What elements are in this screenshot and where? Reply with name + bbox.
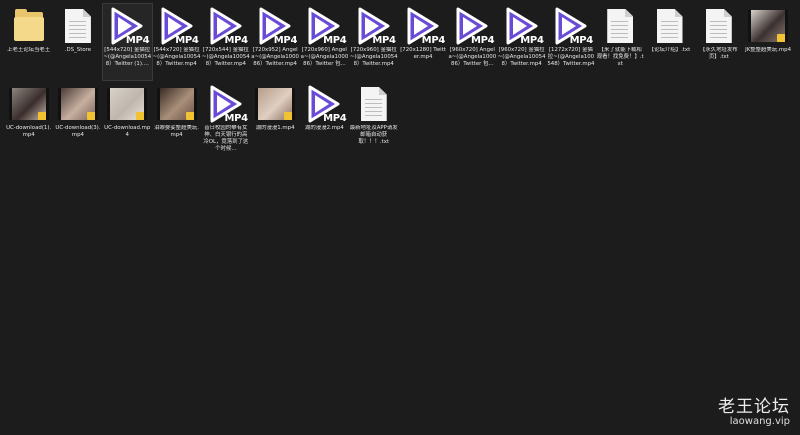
watermark-cn: 老王论坛 bbox=[718, 397, 790, 417]
badge-icon bbox=[284, 112, 293, 120]
mp4-video-icon: MP4 bbox=[107, 6, 150, 46]
mp4-tag: MP4 bbox=[323, 35, 347, 46]
file-item[interactable]: MP4 [720x960] Angela~(@Angela100086）Twitt… bbox=[300, 4, 349, 80]
file-name-label: 泪眼婆娑整超美玩.mp4 bbox=[154, 125, 199, 138]
file-name-label: 最新地址及APP请发邮箱自动获取！！！.txt bbox=[349, 125, 398, 145]
file-item[interactable]: MP4 湖的漫漫2.mp4 bbox=[300, 82, 349, 158]
file-item[interactable]: MP4 [720x952] Angela~(@Angela100086）Twitt… bbox=[250, 4, 299, 80]
file-item[interactable]: MP4 [720x1280] Twitter.mp4 bbox=[398, 4, 447, 80]
file-name-label: 【论坛介绍】.txt bbox=[648, 47, 691, 53]
file-item[interactable]: UC-download.mp4 bbox=[103, 82, 152, 158]
txt-file-icon bbox=[354, 84, 394, 124]
file-item[interactable]: UC-download(1).mp4 bbox=[4, 82, 53, 158]
badge-icon bbox=[136, 112, 145, 120]
video-thumbnail-icon bbox=[748, 6, 789, 46]
mp4-video-icon: MP4 bbox=[206, 6, 248, 46]
mp4-tag: MP4 bbox=[520, 35, 544, 46]
video-thumbnail-icon bbox=[255, 84, 296, 124]
mp4-video-icon: MP4 bbox=[206, 84, 248, 124]
mp4-tag: MP4 bbox=[175, 35, 199, 46]
mp4-tag: MP4 bbox=[569, 35, 594, 46]
video-thumbnail-icon bbox=[156, 84, 197, 124]
file-name-label: [720x960] Angela~(@Angela100086）Twitter … bbox=[300, 47, 349, 67]
txt-file-icon bbox=[600, 6, 640, 46]
mp4-tag: MP4 bbox=[224, 35, 248, 46]
file-name-label: [1272x720] 金猫拉~(@Angela100548）Twitter.mp… bbox=[547, 47, 595, 67]
file-item[interactable]: MP4 昔日校园的攀有女神、白天银行的高冷OL，竟落到了这个时候... bbox=[201, 82, 250, 158]
file-item[interactable]: MP4 [1272x720] 金猫拉~(@Angela100548）Twitter… bbox=[546, 4, 595, 80]
file-name-label: 上老王论坛当老王 bbox=[7, 47, 51, 53]
file-item[interactable]: 上老王论坛当老王 bbox=[4, 4, 53, 80]
mp4-tag: MP4 bbox=[372, 35, 396, 46]
file-item[interactable]: UC-download(3).mp4 bbox=[53, 82, 102, 158]
file-name-label: 【来了就能下载和观看！找免费！】.txt bbox=[596, 47, 644, 67]
mp4-tag: MP4 bbox=[470, 35, 495, 46]
txt-file-icon bbox=[699, 6, 739, 46]
mp4-video-icon: MP4 bbox=[452, 6, 495, 46]
file-name-label: UC-download(3).mp4 bbox=[55, 125, 101, 138]
mp4-video-icon: MP4 bbox=[551, 6, 594, 46]
file-item[interactable]: MP4 [544x720] 金猫拉~(@Angela100548）Twitter.… bbox=[152, 4, 201, 80]
mp4-tag: MP4 bbox=[323, 113, 347, 124]
video-thumbnail-icon bbox=[8, 84, 49, 124]
file-name-label: [720x960] 金猫拉~(@Angela100548）Twitter.mp4 bbox=[349, 47, 398, 67]
file-item[interactable]: MP4 [544x720] 金猫拉~(@Angela100548）Twitter … bbox=[101, 3, 153, 81]
site-watermark: 老王论坛 laowang.vip bbox=[718, 392, 790, 427]
badge-icon bbox=[777, 34, 786, 42]
file-name-label: [960x720] Angela~(@Angela100086）Twitter … bbox=[448, 47, 497, 67]
file-name-label: 湖的漫漫1.mp4 bbox=[255, 125, 295, 131]
mp4-video-icon: MP4 bbox=[304, 6, 347, 46]
file-name-label: 【永久地址发布页】.txt bbox=[699, 47, 738, 60]
file-row-1: 上老王论坛当老王 .DS_Store MP4 [544x720] 金猫拉~(@Ange… bbox=[4, 3, 796, 82]
video-thumbnail-icon bbox=[107, 84, 148, 124]
file-name-label: UC-download.mp4 bbox=[104, 125, 151, 138]
file-item[interactable]: JK整整超美玩.mp4 bbox=[743, 4, 792, 80]
file-item[interactable]: 【来了就能下载和观看！找免费！】.txt bbox=[596, 4, 645, 80]
txt-file-icon bbox=[650, 6, 690, 46]
file-grid: 上老王论坛当老王 .DS_Store MP4 [544x720] 金猫拉~(@Ange… bbox=[4, 3, 796, 160]
badge-icon bbox=[86, 112, 95, 120]
file-item[interactable]: MP4 [960x720] 金猫拉~(@Angela100548）Twitter.… bbox=[497, 4, 546, 80]
mp4-tag: MP4 bbox=[273, 35, 298, 46]
file-name-label: [720x1280] Twitter.mp4 bbox=[400, 47, 446, 60]
file-name-label: .DS_Store bbox=[64, 47, 92, 53]
mp4-video-icon: MP4 bbox=[403, 6, 446, 46]
video-thumbnail-icon bbox=[57, 84, 98, 124]
badge-icon bbox=[37, 112, 46, 120]
mp4-tag: MP4 bbox=[125, 35, 150, 46]
file-name-label: UC-download(1).mp4 bbox=[6, 125, 52, 138]
file-name-label: JK整整超美玩.mp4 bbox=[745, 47, 792, 53]
file-name-label: [720x544] 金猫拉~(@Angela100548）Twitter.mp4 bbox=[201, 47, 250, 67]
file-item[interactable]: MP4 [720x960] 金猫拉~(@Angela100548）Twitter.… bbox=[349, 4, 398, 80]
file-item[interactable]: 最新地址及APP请发邮箱自动获取！！！.txt bbox=[349, 82, 398, 158]
file-item[interactable]: .DS_Store bbox=[53, 4, 102, 80]
folder-icon bbox=[9, 6, 49, 46]
file-item[interactable]: MP4 [960x720] Angela~(@Angela100086）Twitt… bbox=[448, 4, 497, 80]
file-name-label: [544x720] 金猫拉~(@Angela100548）Twitter (1)… bbox=[103, 47, 152, 67]
file-row-2: UC-download(1).mp4 UC-download(3).mp4 UC-d… bbox=[4, 82, 796, 160]
file-name-label: 湖的漫漫2.mp4 bbox=[305, 125, 344, 131]
file-name-label: [544x720] 金猫拉~(@Angela100548）Twitter.mp4 bbox=[152, 47, 201, 67]
file-item[interactable]: 【论坛介绍】.txt bbox=[645, 4, 694, 80]
mp4-video-icon: MP4 bbox=[354, 6, 396, 46]
file-item[interactable]: 泪眼婆娑整超美玩.mp4 bbox=[152, 82, 201, 158]
file-name-label: [960x720] 金猫拉~(@Angela100548）Twitter.mp4 bbox=[497, 47, 546, 67]
mp4-tag: MP4 bbox=[224, 113, 248, 124]
file-item[interactable]: 湖的漫漫1.mp4 bbox=[250, 82, 299, 158]
mp4-video-icon: MP4 bbox=[502, 6, 544, 46]
mp4-video-icon: MP4 bbox=[255, 6, 298, 46]
file-name-label: [720x952] Angela~(@Angela100086）Twitter.… bbox=[251, 47, 299, 67]
mp4-tag: MP4 bbox=[421, 35, 446, 46]
mp4-video-icon: MP4 bbox=[157, 6, 199, 46]
mp4-video-icon: MP4 bbox=[304, 84, 347, 124]
badge-icon bbox=[185, 112, 194, 120]
file-item[interactable]: MP4 [720x544] 金猫拉~(@Angela100548）Twitter.… bbox=[201, 4, 250, 80]
file-name-label: 昔日校园的攀有女神、白天银行的高冷OL，竟落到了这个时候... bbox=[203, 125, 249, 152]
watermark-url: laowang.vip bbox=[729, 416, 790, 427]
file-icon bbox=[58, 6, 98, 46]
file-item[interactable]: 【永久地址发布页】.txt bbox=[694, 4, 743, 80]
